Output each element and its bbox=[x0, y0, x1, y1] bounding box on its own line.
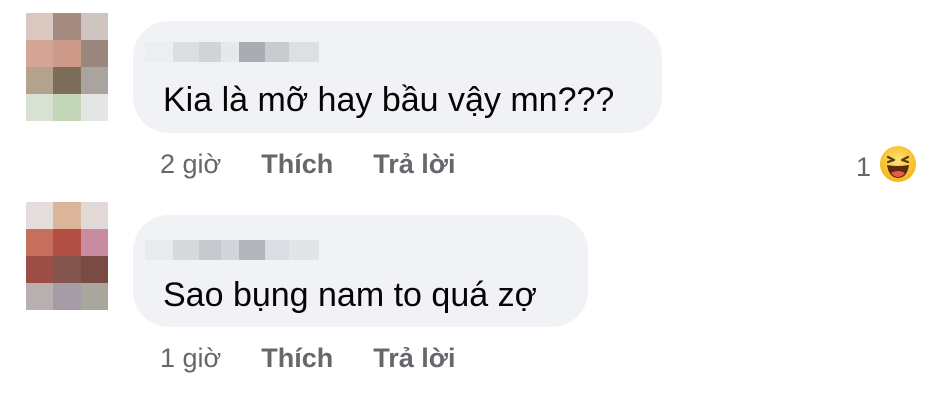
name-blur-pixel bbox=[199, 42, 221, 62]
avatar-pixel bbox=[80, 283, 108, 310]
avatar-pixel bbox=[53, 40, 81, 67]
comment-text: Sao bụng nam to quá zợ bbox=[163, 276, 537, 314]
comment-timestamp[interactable]: 1 giờ bbox=[160, 342, 221, 374]
comment-actions: 2 giờ Thích Trả lời bbox=[160, 148, 455, 180]
comment-actions: 1 giờ Thích Trả lời bbox=[160, 342, 455, 374]
avatar-pixel bbox=[80, 94, 108, 121]
reaction-summary[interactable]: 1 bbox=[856, 145, 917, 188]
avatar[interactable] bbox=[26, 13, 108, 121]
avatar-pixel bbox=[26, 202, 54, 229]
avatar-pixel bbox=[53, 94, 81, 121]
avatar-pixel bbox=[80, 13, 108, 40]
avatar-pixel bbox=[53, 229, 81, 256]
avatar-pixel bbox=[26, 283, 54, 310]
name-blur-pixel bbox=[265, 240, 289, 260]
name-blur-pixel bbox=[239, 240, 265, 260]
avatar-pixel bbox=[53, 13, 81, 40]
commenter-name[interactable] bbox=[145, 42, 319, 62]
avatar-pixel bbox=[26, 229, 54, 256]
reply-button[interactable]: Trả lời bbox=[373, 342, 455, 374]
reaction-count: 1 bbox=[856, 151, 872, 182]
avatar-pixel bbox=[80, 40, 108, 67]
name-blur-pixel bbox=[145, 42, 173, 62]
name-blur-pixel bbox=[173, 42, 199, 62]
name-blur-pixel bbox=[173, 240, 199, 260]
name-blur-pixel bbox=[239, 42, 265, 62]
name-blur-pixel bbox=[289, 42, 319, 62]
avatar-pixel bbox=[26, 67, 54, 94]
reply-button[interactable]: Trả lời bbox=[373, 148, 455, 180]
avatar-pixel bbox=[26, 256, 54, 283]
name-blur-pixel bbox=[145, 240, 173, 260]
haha-emoji-icon bbox=[879, 145, 917, 188]
avatar-pixel bbox=[26, 40, 54, 67]
comment-text: Kia là mỡ hay bầu vậy mn??? bbox=[163, 81, 615, 119]
name-blur-pixel bbox=[265, 42, 289, 62]
avatar-pixel bbox=[53, 67, 81, 94]
like-button[interactable]: Thích bbox=[261, 148, 333, 180]
avatar-pixel bbox=[53, 256, 81, 283]
avatar-pixel bbox=[80, 229, 108, 256]
avatar-pixel bbox=[80, 202, 108, 229]
name-blur-pixel bbox=[199, 240, 221, 260]
avatar[interactable] bbox=[26, 202, 108, 310]
name-blur-pixel bbox=[221, 240, 239, 260]
avatar-pixel bbox=[80, 67, 108, 94]
avatar-pixel bbox=[80, 256, 108, 283]
comment-timestamp[interactable]: 2 giờ bbox=[160, 148, 221, 180]
like-button[interactable]: Thích bbox=[261, 342, 333, 374]
avatar-pixel bbox=[53, 283, 81, 310]
commenter-name[interactable] bbox=[145, 240, 319, 260]
name-blur-pixel bbox=[221, 42, 239, 62]
avatar-pixel bbox=[53, 202, 81, 229]
avatar-pixel bbox=[26, 13, 54, 40]
avatar-pixel bbox=[26, 94, 54, 121]
name-blur-pixel bbox=[289, 240, 319, 260]
